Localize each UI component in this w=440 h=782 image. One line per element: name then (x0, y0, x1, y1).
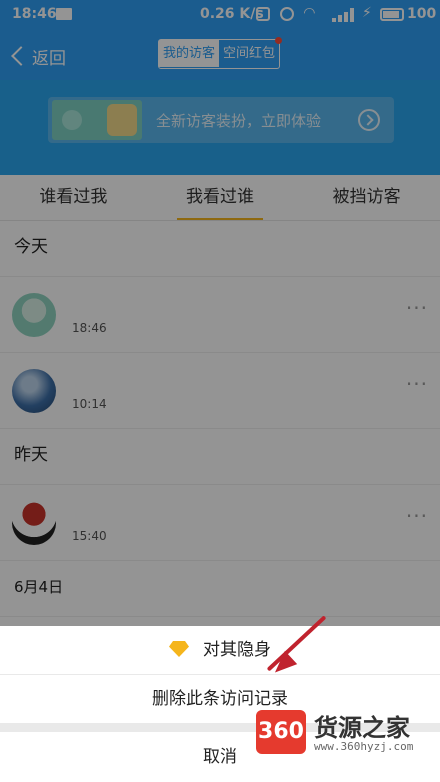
diamond-icon (169, 641, 189, 657)
watermark-title: 货源之家 (314, 714, 410, 742)
watermark: 360 货源之家 www.360hyzj.com (256, 706, 440, 760)
modal-backdrop[interactable] (0, 0, 440, 626)
hide-label: 对其隐身 (203, 640, 271, 660)
hide-from-user-button[interactable]: 对其隐身 (0, 626, 440, 674)
watermark-logo: 360 (256, 710, 306, 754)
watermark-url: www.360hyzj.com (314, 740, 414, 753)
